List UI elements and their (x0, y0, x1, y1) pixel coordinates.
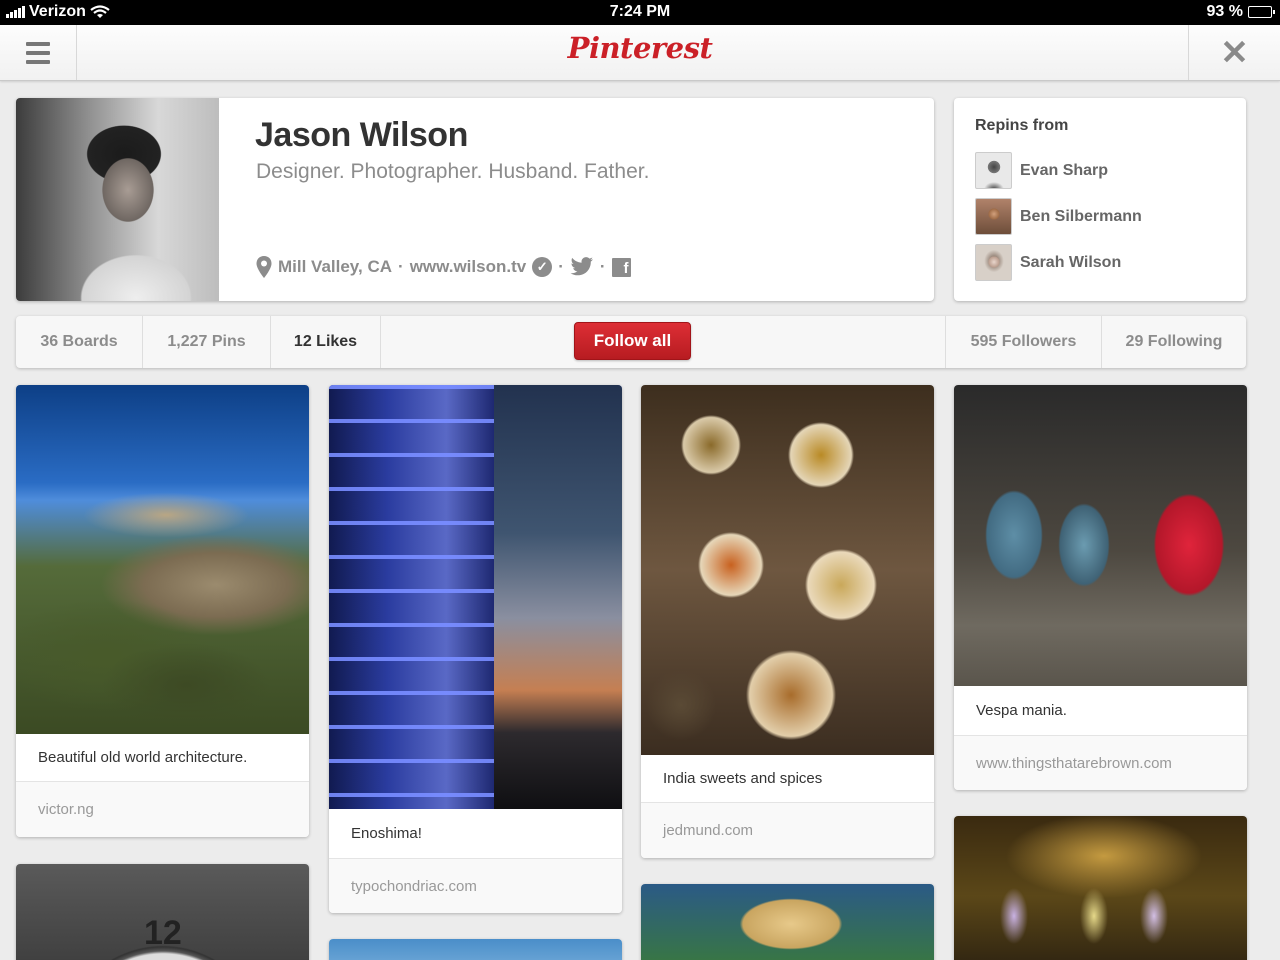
repins-card: Repins from Evan Sharp Ben Silbermann Sa… (954, 98, 1246, 301)
avatar (975, 198, 1012, 235)
profile-meta: Mill Valley, CA · www.wilson.tv ✓ · · f (256, 256, 631, 278)
tab-likes[interactable]: 12 Likes (271, 316, 381, 368)
profile-name: Jason Wilson (255, 116, 468, 154)
pin-source-link[interactable]: jedmund.com (641, 803, 934, 858)
follow-all-button[interactable]: Follow all (574, 322, 691, 360)
pin-card[interactable]: 12 (16, 864, 309, 960)
battery-percent: 93 % (1206, 3, 1243, 20)
tab-boards[interactable]: 36 Boards (16, 316, 143, 368)
pin-card[interactable]: India sweets and spices jedmund.com (641, 385, 934, 858)
location-pin-icon (256, 256, 272, 278)
pin-caption: Vespa mania. (954, 686, 1247, 736)
tab-following[interactable]: 29 Following (1101, 316, 1246, 368)
close-icon[interactable]: ✕ (1188, 25, 1280, 80)
pin-image[interactable] (641, 385, 934, 755)
separator-dot: · (558, 257, 564, 276)
pin-image[interactable] (954, 816, 1247, 960)
status-bar: Verizon 7:24 PM 93 % (0, 0, 1280, 25)
pin-image[interactable] (16, 385, 309, 734)
profile-bio: Designer. Photographer. Husband. Father. (256, 160, 650, 183)
pin-card[interactable]: Enoshima! typochondriac.com (329, 385, 622, 913)
stats-bar: 36 Boards 1,227 Pins 12 Likes Follow all… (16, 316, 1246, 368)
profile-website-link[interactable]: www.wilson.tv (410, 257, 527, 277)
twitter-icon[interactable] (570, 257, 594, 277)
separator-dot: · (398, 257, 404, 276)
pin-image[interactable]: 12 (16, 864, 309, 960)
pin-source-link[interactable]: typochondriac.com (329, 859, 622, 913)
pin-image[interactable] (329, 385, 622, 809)
profile-location: Mill Valley, CA (278, 257, 393, 276)
pin-caption: Beautiful old world architecture. (16, 734, 309, 782)
pin-card[interactable] (329, 939, 622, 960)
repin-user[interactable]: Sarah Wilson (975, 244, 1121, 281)
tab-pins[interactable]: 1,227 Pins (143, 316, 271, 368)
nav-bar: Pinterest ✕ (0, 25, 1280, 81)
pin-card[interactable] (641, 884, 934, 960)
pin-image[interactable] (641, 884, 934, 960)
pinterest-logo[interactable]: Pinterest (0, 31, 1280, 65)
profile-card: Jason Wilson Designer. Photographer. Hus… (16, 98, 934, 301)
battery-icon (1248, 6, 1275, 18)
pin-image[interactable] (329, 939, 622, 960)
tab-followers[interactable]: 595 Followers (945, 316, 1101, 368)
avatar (975, 152, 1012, 189)
pin-card[interactable] (954, 816, 1247, 960)
pin-image[interactable] (954, 385, 1247, 686)
repin-user-name: Evan Sharp (1020, 161, 1109, 179)
repin-user[interactable]: Evan Sharp (975, 152, 1108, 189)
pin-source-link[interactable]: www.thingsthatarebrown.com (954, 736, 1247, 790)
repin-user[interactable]: Ben Silbermann (975, 198, 1142, 235)
pin-caption: Enoshima! (329, 809, 622, 859)
facebook-icon[interactable]: f (611, 257, 631, 277)
clock-time: 7:24 PM (609, 3, 671, 20)
pin-card[interactable]: Vespa mania. www.thingsthatarebrown.com (954, 385, 1247, 790)
avatar (975, 244, 1012, 281)
verified-check-icon: ✓ (532, 257, 553, 277)
repin-user-name: Ben Silbermann (1020, 207, 1142, 225)
profile-avatar (16, 98, 219, 301)
clock-numeral: 12 (144, 914, 182, 952)
pin-caption: India sweets and spices (641, 755, 934, 803)
repin-user-name: Sarah Wilson (1020, 253, 1122, 271)
repins-title: Repins from (975, 117, 1069, 134)
pin-source-link[interactable]: victor.ng (16, 782, 309, 837)
separator-dot: · (599, 257, 606, 276)
pin-card[interactable]: Beautiful old world architecture. victor… (16, 385, 309, 837)
